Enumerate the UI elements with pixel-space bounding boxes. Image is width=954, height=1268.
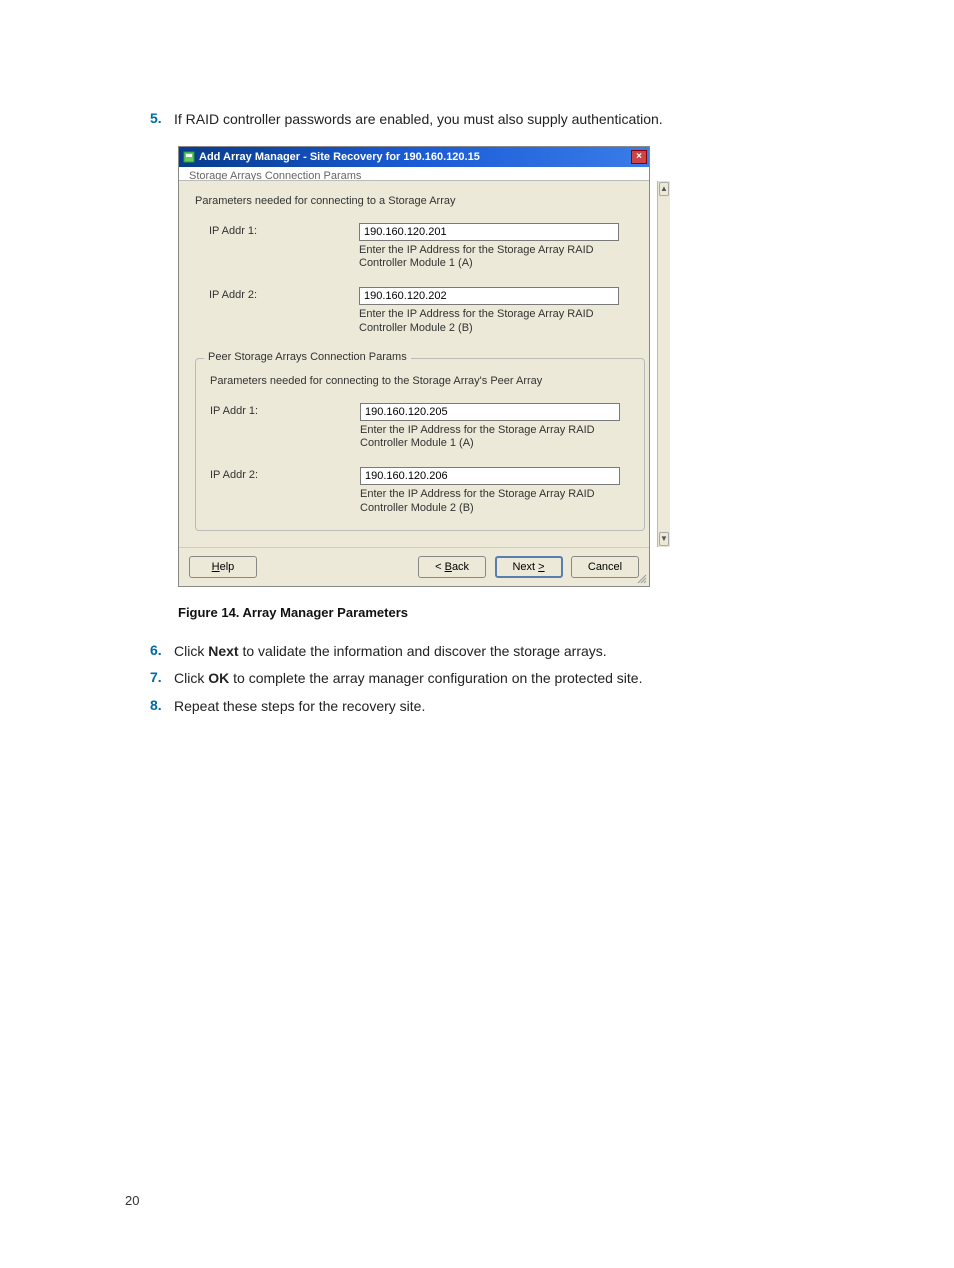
s1-ip1-label: IP Addr 1: xyxy=(209,223,359,237)
close-icon[interactable]: × xyxy=(631,150,647,164)
wizard-header-partial: Storage Arrays Connection Params xyxy=(179,167,649,181)
resize-grip-icon[interactable] xyxy=(635,572,647,584)
step-7: 7. Click OK to complete the array manage… xyxy=(150,669,804,689)
s1-ip2-input[interactable] xyxy=(359,287,619,305)
scroll-track[interactable] xyxy=(658,197,670,531)
step-6: 6. Click Next to validate the informatio… xyxy=(150,642,804,662)
vertical-scrollbar[interactable]: ▲ ▼ xyxy=(657,181,670,547)
s2-ip1-hint: Enter the IP Address for the Storage Arr… xyxy=(360,424,630,452)
dialog-body: Parameters needed for connecting to a St… xyxy=(179,181,649,547)
section2-text: Parameters needed for connecting to the … xyxy=(210,375,630,387)
titlebar: Add Array Manager - Site Recovery for 19… xyxy=(179,147,649,167)
step-6-text: Click Next to validate the information a… xyxy=(174,642,607,662)
step-5-text: If RAID controller passwords are enabled… xyxy=(174,110,663,130)
cancel-button[interactable]: Cancel xyxy=(571,556,639,578)
scroll-up-icon[interactable]: ▲ xyxy=(659,182,669,196)
s1-ip2-row: IP Addr 2: Enter the IP Address for the … xyxy=(209,287,651,350)
step-7-text: Click OK to complete the array manager c… xyxy=(174,669,642,689)
s2-ip1-row: IP Addr 1: Enter the IP Address for the … xyxy=(210,403,630,466)
step-8-number: 8. xyxy=(150,697,174,713)
s2-ip2-hint: Enter the IP Address for the Storage Arr… xyxy=(360,488,630,516)
s1-ip1-hint: Enter the IP Address for the Storage Arr… xyxy=(359,244,629,272)
s1-ip2-label: IP Addr 2: xyxy=(209,287,359,301)
dialog-footer: Help < Back Next > Cancel xyxy=(179,547,649,586)
step-8: 8. Repeat these steps for the recovery s… xyxy=(150,697,804,717)
help-button[interactable]: Help xyxy=(189,556,257,578)
scroll-down-icon[interactable]: ▼ xyxy=(659,532,669,546)
back-button[interactable]: < Back xyxy=(418,556,486,578)
figure-caption: Figure 14. Array Manager Parameters xyxy=(178,605,804,620)
section1-text: Parameters needed for connecting to a St… xyxy=(195,195,651,207)
step-5: 5. If RAID controller passwords are enab… xyxy=(150,110,804,130)
step-6-number: 6. xyxy=(150,642,174,658)
step-8-text: Repeat these steps for the recovery site… xyxy=(174,697,425,717)
s1-ip2-hint: Enter the IP Address for the Storage Arr… xyxy=(359,308,629,336)
peer-fieldset: Peer Storage Arrays Connection Params Pa… xyxy=(195,358,645,531)
s2-ip2-row: IP Addr 2: Enter the IP Address for the … xyxy=(210,467,630,518)
app-icon xyxy=(183,151,195,163)
dialog-main: Parameters needed for connecting to a St… xyxy=(179,181,657,547)
s2-ip2-label: IP Addr 2: xyxy=(210,467,360,481)
steps-6-8: 6. Click Next to validate the informatio… xyxy=(150,642,804,717)
step-5-number: 5. xyxy=(150,110,174,126)
s1-ip1-input[interactable] xyxy=(359,223,619,241)
window-title: Add Array Manager - Site Recovery for 19… xyxy=(199,151,631,163)
dialog-screenshot: Add Array Manager - Site Recovery for 19… xyxy=(178,146,804,587)
page-number: 20 xyxy=(125,1193,139,1208)
s2-ip2-input[interactable] xyxy=(360,467,620,485)
s2-ip1-input[interactable] xyxy=(360,403,620,421)
s1-ip1-row: IP Addr 1: Enter the IP Address for the … xyxy=(209,223,651,286)
peer-legend: Peer Storage Arrays Connection Params xyxy=(204,351,411,363)
add-array-manager-dialog: Add Array Manager - Site Recovery for 19… xyxy=(178,146,650,587)
s2-ip1-label: IP Addr 1: xyxy=(210,403,360,417)
step-7-number: 7. xyxy=(150,669,174,685)
next-button[interactable]: Next > xyxy=(495,556,563,578)
